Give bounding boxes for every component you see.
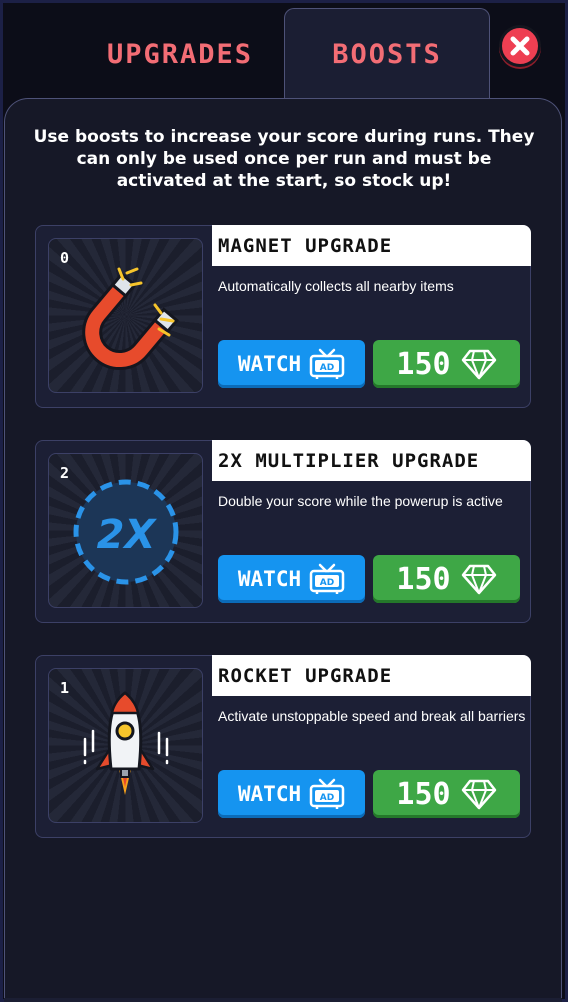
tab-boosts[interactable]: BOOSTS xyxy=(284,8,490,100)
buy-gems-button[interactable]: 150 xyxy=(373,555,520,603)
boost-thumbnail: 0 xyxy=(48,238,203,393)
watch-label: WATCH xyxy=(237,352,302,376)
boost-title: 2X MULTIPLIER UPGRADE xyxy=(218,449,480,472)
price: 150 xyxy=(396,776,451,812)
buy-gems-button[interactable]: 150 xyxy=(373,770,520,818)
tab-boosts-label: BOOSTS xyxy=(332,39,442,70)
close-button[interactable] xyxy=(499,25,541,67)
svg-text:AD: AD xyxy=(320,793,334,803)
svg-text:AD: AD xyxy=(320,363,334,373)
boost-title: ROCKET UPGRADE xyxy=(218,664,393,687)
boost-title: MAGNET UPGRADE xyxy=(218,234,393,257)
watch-ad-button[interactable]: WATCH AD xyxy=(218,340,365,388)
multiplier-2x-icon: 2X xyxy=(73,479,179,585)
boost-title-bar: MAGNET UPGRADE xyxy=(212,225,531,266)
boost-count: 0 xyxy=(60,249,70,267)
boost-count: 1 xyxy=(60,679,70,697)
price: 150 xyxy=(396,346,451,382)
intro-text: Use boosts to increase your score during… xyxy=(33,127,535,191)
boost-description: Automatically collects all nearby items xyxy=(218,278,454,294)
boost-title-bar: 2X MULTIPLIER UPGRADE xyxy=(212,440,531,481)
tv-ad-icon: AD xyxy=(309,348,345,379)
gem-icon xyxy=(461,564,496,595)
boost-card-magnet: 0 MAGNET UPGRADE Automatically collects … xyxy=(35,225,531,408)
tab-upgrades-label: UPGRADES xyxy=(106,38,254,70)
boost-card-rocket: 1 ROCKET UPGRADE Activate unstoppable sp… xyxy=(35,655,531,838)
boost-thumbnail: 1 xyxy=(48,668,203,823)
boost-description: Double your score while the powerup is a… xyxy=(218,493,503,509)
tv-ad-icon: AD xyxy=(309,563,345,594)
boost-count: 2 xyxy=(60,464,70,482)
buy-gems-button[interactable]: 150 xyxy=(373,340,520,388)
boost-description: Activate unstoppable speed and break all… xyxy=(218,708,526,724)
multiplier-text: 2X xyxy=(97,512,158,558)
rocket-icon xyxy=(83,691,169,795)
price: 150 xyxy=(396,561,451,597)
watch-ad-button[interactable]: WATCH AD xyxy=(218,770,365,818)
magnet-icon xyxy=(82,267,179,370)
close-x-icon xyxy=(510,36,530,56)
bottom-edge xyxy=(4,998,562,1002)
svg-text:AD: AD xyxy=(320,578,334,588)
boost-card-multiplier: 2 2X 2X MULTIPLIER UPGRADE Double your s… xyxy=(35,440,531,623)
watch-label: WATCH xyxy=(237,567,302,591)
watch-label: WATCH xyxy=(237,782,302,806)
watch-ad-button[interactable]: WATCH AD xyxy=(218,555,365,603)
boost-title-bar: ROCKET UPGRADE xyxy=(212,655,531,696)
tab-upgrades[interactable]: UPGRADES xyxy=(80,8,280,100)
gem-icon xyxy=(461,779,496,810)
gem-icon xyxy=(461,349,496,380)
tv-ad-icon: AD xyxy=(309,778,345,809)
boost-thumbnail: 2 2X xyxy=(48,453,203,608)
